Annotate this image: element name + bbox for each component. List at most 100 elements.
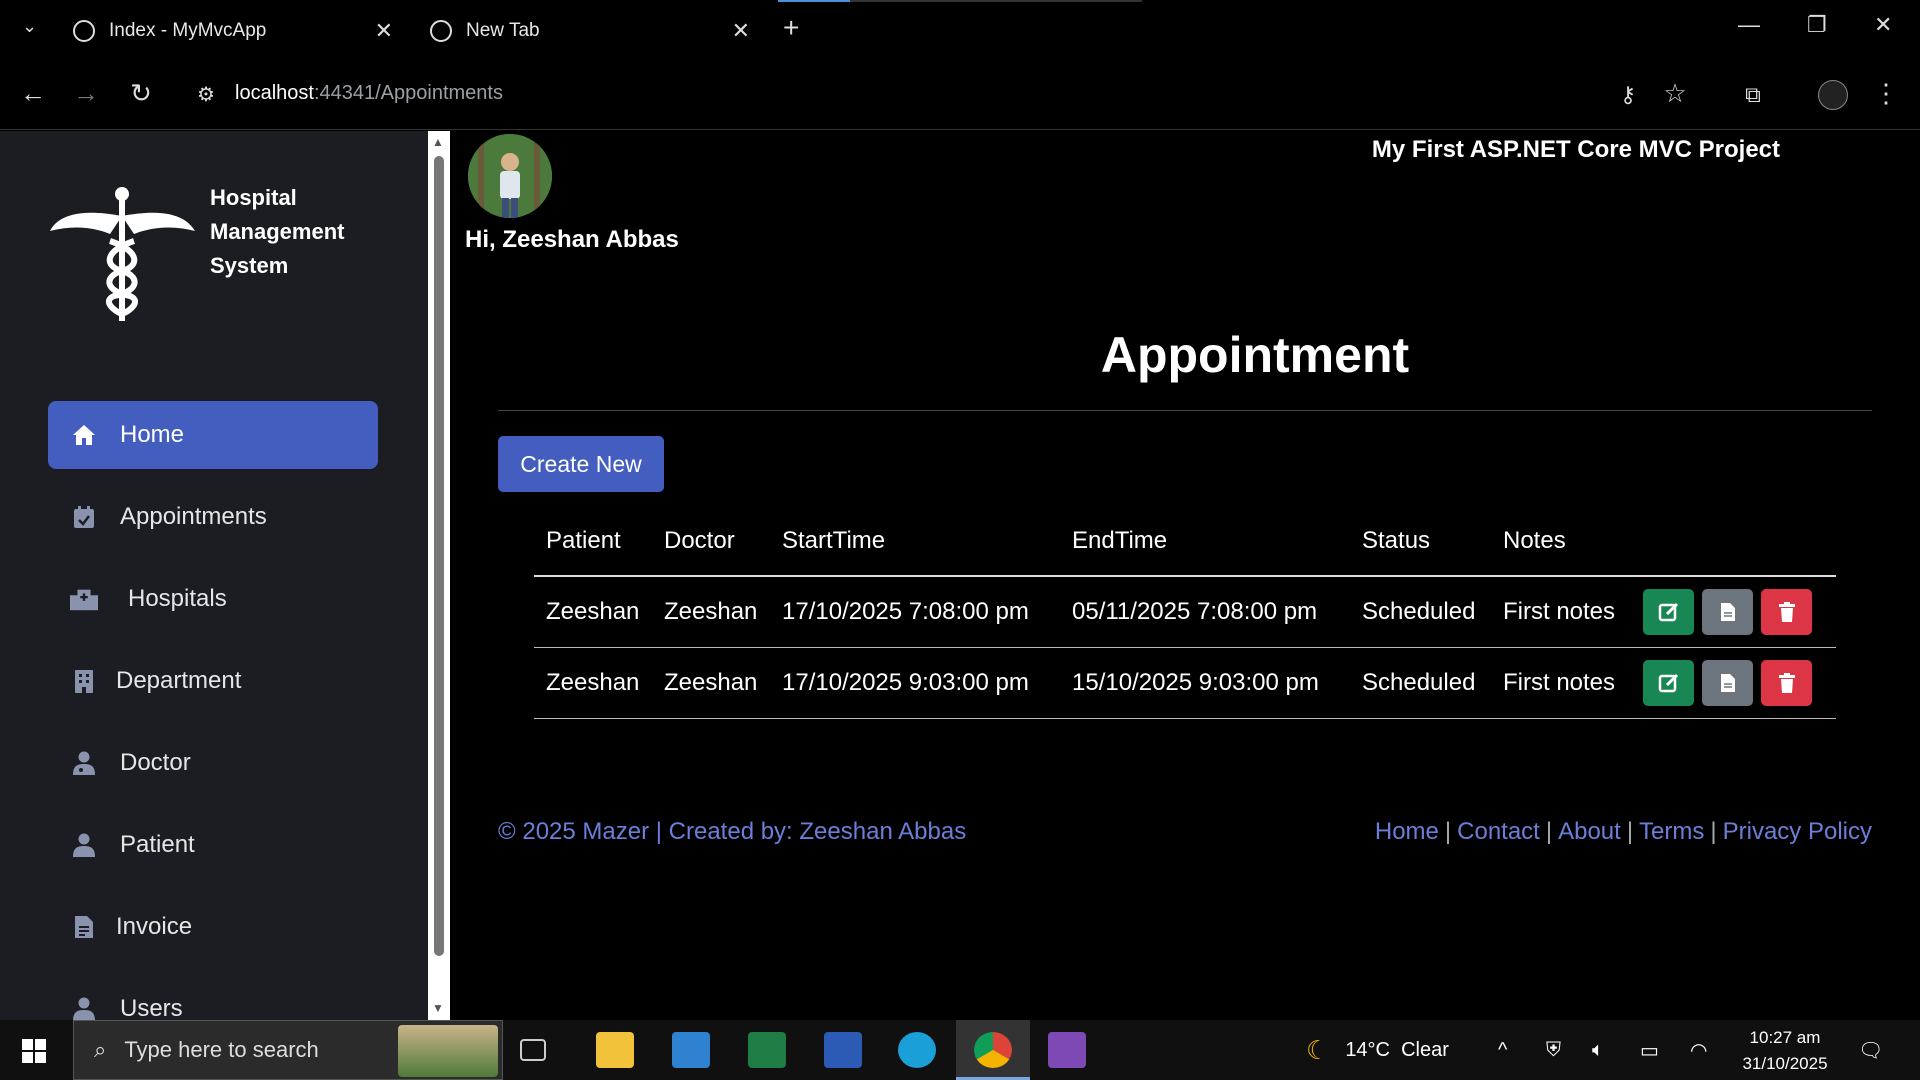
- table-row: Zeeshan Zeeshan 17/10/2025 9:03:00 pm 15…: [534, 647, 1836, 719]
- close-tab-icon[interactable]: ✕: [732, 18, 750, 44]
- back-icon[interactable]: ←: [15, 78, 51, 109]
- delete-button[interactable]: [1761, 588, 1812, 635]
- footer-link-terms[interactable]: Terms: [1639, 818, 1704, 845]
- footer-links: Home | Contact | About | Terms | Privacy Policy: [1374, 818, 1872, 845]
- url-field[interactable]: localhost:44341/Appointments: [235, 82, 503, 105]
- battery-icon[interactable]: ▭: [1640, 1020, 1659, 1080]
- forward-icon[interactable]: →: [68, 78, 104, 109]
- footer-link-home[interactable]: Home: [1375, 818, 1439, 845]
- cell-patient: Zeeshan: [534, 576, 652, 648]
- tab-title: New Tab: [466, 20, 540, 41]
- sidebar-scrollbar[interactable]: ▲ ▼: [428, 131, 450, 1020]
- tab-title: Index - MyMvcApp: [109, 20, 267, 41]
- taskbar: ⌕ Type here to search ☾ 14°C Clear ^ ⛨ 🔈…: [0, 1020, 1920, 1080]
- site-settings-icon[interactable]: ⚙: [188, 82, 224, 107]
- sidebar-item-users[interactable]: Users: [48, 975, 378, 1020]
- tab-index[interactable]: Index - MyMvcApp ✕: [73, 8, 393, 54]
- sidebar-item-label: Department: [116, 667, 242, 694]
- details-button[interactable]: [1702, 659, 1753, 706]
- mail-icon[interactable]: [672, 1032, 710, 1068]
- cell-starttime: 17/10/2025 9:03:00 pm: [770, 647, 1060, 719]
- footer-link-about[interactable]: About: [1558, 818, 1621, 845]
- file-icon: [1720, 602, 1735, 621]
- column-header-status: Status: [1350, 506, 1491, 577]
- delete-button[interactable]: [1761, 659, 1812, 706]
- sidebar-item-appointments[interactable]: Appointments: [48, 483, 378, 551]
- main-content: Hi, Zeeshan Abbas My First ASP.NET Core …: [450, 131, 1920, 1020]
- close-window-icon[interactable]: ✕: [1874, 12, 1892, 38]
- menu-kebab-icon[interactable]: ⋮: [1868, 78, 1904, 109]
- weather-widget[interactable]: ☾ 14°C Clear: [1306, 1020, 1449, 1080]
- extensions-icon[interactable]: ⧉: [1735, 82, 1771, 108]
- cell-starttime: 17/10/2025 7:08:00 pm: [770, 576, 1060, 648]
- task-view-icon[interactable]: [520, 1039, 546, 1061]
- sidebar-item-home[interactable]: Home: [48, 401, 378, 469]
- avatar: [468, 134, 552, 218]
- table-row: Zeeshan Zeeshan 17/10/2025 7:08:00 pm 05…: [534, 576, 1836, 648]
- globe-icon: [73, 20, 95, 42]
- tab-new[interactable]: New Tab ✕: [430, 8, 750, 54]
- windows-start-icon[interactable]: [22, 1039, 46, 1063]
- sidebar-item-label: Appointments: [120, 503, 267, 530]
- volume-icon[interactable]: 🔈︎: [1592, 1020, 1604, 1080]
- edit-button[interactable]: [1643, 659, 1694, 706]
- clock[interactable]: 10:27 am 31/10/2025: [1730, 1025, 1840, 1077]
- sidebar-item-hospitals[interactable]: Hospitals: [48, 565, 378, 633]
- scroll-down-icon[interactable]: ▼: [432, 1001, 444, 1015]
- search-highlight-icon: [398, 1025, 498, 1077]
- notifications-icon[interactable]: 🗨︎: [1858, 1020, 1883, 1080]
- footer-link-privacy[interactable]: Privacy Policy: [1723, 818, 1872, 845]
- sidebar-item-label: Home: [120, 421, 185, 448]
- restore-icon[interactable]: ❐: [1807, 12, 1827, 38]
- cell-doctor: Zeeshan: [652, 647, 770, 719]
- edit-button[interactable]: [1643, 588, 1694, 635]
- details-button[interactable]: [1702, 588, 1753, 635]
- cell-status: Scheduled: [1350, 576, 1491, 648]
- column-header-actions: [1631, 506, 1836, 577]
- sidebar-item-patient[interactable]: Patient: [48, 811, 378, 879]
- profile-avatar[interactable]: [1818, 80, 1848, 110]
- cell-actions: [1631, 576, 1836, 648]
- file-explorer-icon[interactable]: [596, 1032, 634, 1068]
- hospital-icon: [70, 585, 98, 613]
- browser-tab-bar: ⌄ Index - MyMvcApp ✕ New Tab ✕ + — ❐ ✕: [0, 0, 1920, 60]
- edit-icon: [1658, 602, 1678, 621]
- users-icon: [70, 995, 98, 1020]
- moon-icon: ☾: [1306, 1034, 1330, 1065]
- sidebar-item-department[interactable]: Department: [48, 647, 378, 715]
- security-shield-icon[interactable]: ⛨: [1546, 1020, 1561, 1080]
- show-hidden-icons-icon[interactable]: ^: [1498, 1020, 1507, 1080]
- bookmark-star-icon[interactable]: ☆: [1657, 78, 1693, 109]
- taskbar-search[interactable]: ⌕ Type here to search: [73, 1020, 503, 1080]
- excel-icon[interactable]: [748, 1032, 786, 1068]
- column-header-doctor: Doctor: [652, 506, 770, 577]
- network-icon[interactable]: ◠: [1690, 1020, 1707, 1080]
- footer-link-contact[interactable]: Contact: [1457, 818, 1540, 845]
- chrome-icon: [974, 1032, 1012, 1068]
- cell-notes: First notes: [1491, 576, 1631, 648]
- sidebar-item-label: Doctor: [120, 749, 191, 776]
- new-tab-icon[interactable]: +: [783, 12, 799, 44]
- scrollbar-thumb[interactable]: [434, 156, 444, 956]
- file-icon: [1720, 673, 1735, 692]
- sidebar-item-doctor[interactable]: Doctor: [48, 729, 378, 797]
- sidebar-item-invoice[interactable]: Invoice: [48, 893, 378, 961]
- reload-icon[interactable]: ↻: [123, 78, 159, 109]
- scroll-up-icon[interactable]: ▲: [432, 135, 444, 149]
- create-new-button[interactable]: Create New: [498, 436, 664, 492]
- minimize-icon[interactable]: —: [1738, 12, 1760, 38]
- sidebar-item-label: Hospitals: [128, 585, 227, 612]
- clock-time: 10:27 am: [1749, 1028, 1821, 1047]
- edge-icon[interactable]: [898, 1032, 936, 1068]
- caduceus-logo-icon: [50, 187, 195, 321]
- clock-date: 31/10/2025: [1742, 1054, 1828, 1073]
- tab-list-chevron-icon[interactable]: ⌄: [22, 16, 37, 37]
- appointments-table: Patient Doctor StartTime EndTime Status …: [534, 506, 1836, 719]
- footer-copyright: © 2025 Mazer | Created by: Zeeshan Abbas: [498, 818, 967, 845]
- visual-studio-icon[interactable]: [1048, 1032, 1086, 1068]
- cell-actions: [1631, 647, 1836, 719]
- close-tab-icon[interactable]: ✕: [375, 18, 393, 44]
- title-divider: [498, 410, 1872, 411]
- word-icon[interactable]: [824, 1032, 862, 1068]
- password-key-icon[interactable]: ⚷: [1610, 82, 1646, 108]
